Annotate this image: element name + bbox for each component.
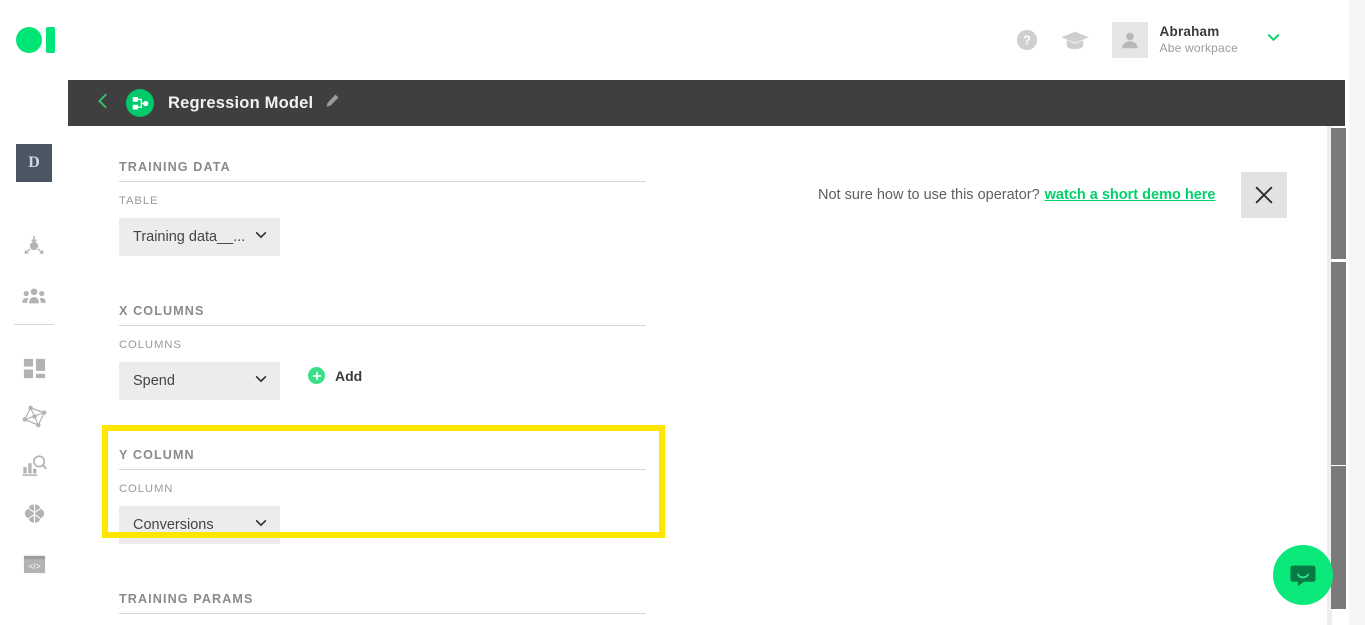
- header-edge: [68, 80, 1345, 82]
- section-divider: [119, 613, 646, 614]
- chevron-down-icon[interactable]: [1266, 30, 1281, 50]
- left-sidebar: D </>: [0, 80, 68, 625]
- section-title: Y COLUMN: [119, 448, 195, 462]
- top-bar-actions: ? Abraham Abe workpace: [1016, 0, 1365, 80]
- user-info: Abraham Abe workpace: [1160, 24, 1238, 57]
- table-select[interactable]: Training data__...: [119, 218, 280, 256]
- sidebar-divider: [14, 324, 54, 325]
- chevron-down-icon: [254, 228, 268, 247]
- operator-header-bar: Regression Model: [68, 80, 1345, 126]
- operator-config-panel: Not sure how to use this operator? watch…: [68, 126, 1327, 625]
- sidebar-item-models[interactable]: [18, 498, 50, 530]
- section-title: TRAINING DATA: [119, 160, 231, 174]
- sidebar-item-code[interactable]: </>: [18, 548, 50, 580]
- sidebar-item-dashboards[interactable]: [18, 352, 50, 384]
- add-label: Add: [335, 367, 363, 384]
- section-title: TRAINING PARAMS: [119, 592, 254, 606]
- section-divider: [119, 325, 646, 326]
- add-x-column-button[interactable]: Add: [308, 367, 362, 384]
- section-training-data: TRAINING DATA TABLE Training data__...: [119, 160, 697, 256]
- user-menu[interactable]: Abraham Abe workpace: [1111, 22, 1351, 58]
- field-row: Spend Add: [119, 351, 697, 400]
- graduation-cap-icon[interactable]: [1060, 29, 1090, 51]
- demo-banner: Not sure how to use this operator? watch…: [818, 172, 1288, 218]
- section-divider: [119, 181, 646, 182]
- sidebar-item-explore[interactable]: [18, 450, 50, 482]
- select-value: Training data__...: [133, 229, 246, 245]
- demo-banner-text: Not sure how to use this operator?: [818, 187, 1040, 203]
- section-divider: [119, 469, 646, 470]
- section-x-columns: X COLUMNS COLUMNS Spend Add: [119, 304, 697, 400]
- chevron-down-icon: [254, 372, 268, 391]
- watch-demo-link[interactable]: watch a short demo here: [1045, 187, 1216, 203]
- model-flow-icon: [126, 89, 154, 117]
- plus-circle-icon: [308, 367, 325, 384]
- page-scrollbar-thumb[interactable]: [1331, 128, 1346, 259]
- page-scrollbar-thumb-lower[interactable]: [1331, 466, 1346, 609]
- x-columns-select[interactable]: Spend: [119, 362, 280, 400]
- top-bar: ? Abraham Abe workpace: [0, 0, 1365, 80]
- workspace-name: Abe workpace: [1159, 41, 1238, 56]
- page-title: Regression Model: [168, 93, 314, 112]
- select-value: Conversions: [133, 517, 214, 533]
- sidebar-item-audiences[interactable]: [18, 280, 50, 312]
- logo-bar-icon: [46, 27, 55, 53]
- user-name: Abraham: [1159, 23, 1220, 39]
- origin-logo[interactable]: [16, 27, 68, 53]
- app-root: ? Abraham Abe workpace Regression Model …: [0, 0, 1365, 625]
- section-title: X COLUMNS: [119, 304, 205, 318]
- field-row: Training data__...: [119, 207, 697, 256]
- chevron-left-icon[interactable]: [94, 92, 112, 115]
- pencil-icon[interactable]: [325, 93, 340, 113]
- svg-text:</>: </>: [28, 560, 41, 570]
- intercom-launcher[interactable]: [1273, 545, 1333, 605]
- section-y-column: Y COLUMN COLUMN Conversions: [119, 448, 697, 544]
- y-column-select[interactable]: Conversions: [119, 506, 280, 544]
- logo-circle-icon: [16, 27, 42, 53]
- avatar: [1111, 22, 1148, 58]
- panel-scrollbar-thumb[interactable]: [1331, 262, 1346, 465]
- field-label: COLUMNS: [119, 339, 182, 351]
- operator-form: TRAINING DATA TABLE Training data__... X…: [119, 142, 697, 625]
- workspace-badge[interactable]: D: [16, 144, 52, 182]
- section-training-params: TRAINING PARAMS Add: [119, 592, 697, 625]
- field-label: COLUMN: [119, 483, 174, 495]
- svg-text:?: ?: [1023, 33, 1031, 48]
- sidebar-item-data-import[interactable]: [18, 231, 50, 263]
- page-scrollbar-track[interactable]: [1349, 0, 1365, 625]
- select-value: Spend: [133, 373, 175, 389]
- field-label: TABLE: [119, 195, 159, 207]
- question-circle-icon[interactable]: ?: [1016, 29, 1038, 51]
- sidebar-item-graph[interactable]: [18, 400, 50, 432]
- close-icon[interactable]: [1241, 172, 1288, 218]
- field-row: Conversions: [119, 495, 697, 544]
- chevron-down-icon: [254, 516, 268, 535]
